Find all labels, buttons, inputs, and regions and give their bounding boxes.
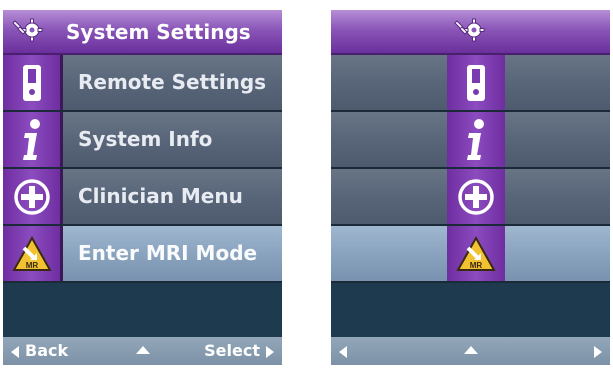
right-device-screen: MR [331,10,610,365]
remote-control-icon [22,64,41,101]
plus-circle-icon [13,178,50,215]
plus-circle-icon [458,178,494,215]
header-bar: System Settings [3,10,282,55]
menu-item-label: Enter MRI Mode [78,241,258,265]
left-device-screen: System Settings Remote Settings System I… [3,10,282,365]
svg-text:MR: MR [470,261,483,270]
right-arrow-icon [594,345,602,358]
menu-item-remote-settings[interactable] [331,55,610,112]
up-arrow-icon[interactable] [135,346,150,354]
menu-item-system-info[interactable] [331,112,610,169]
menu-item-label: System Info [78,127,213,151]
page-title: System Settings [66,20,251,44]
menu-item-clinician-menu[interactable] [331,169,610,226]
select-button[interactable]: Select [204,337,274,365]
left-arrow-icon [11,345,19,358]
left-arrow-icon [339,345,347,358]
info-icon [22,118,40,160]
footer-softkeys: Back Select [3,337,282,365]
menu-item-label: Remote Settings [78,70,267,94]
header-bar [331,10,610,55]
back-button[interactable] [339,337,353,365]
mri-warning-icon: MR [11,235,52,271]
info-icon [467,118,484,160]
settings-gear-wrench-icon [454,18,485,42]
menu-item-enter-mri-mode[interactable]: MR [331,226,610,283]
svg-text:MR: MR [25,261,38,270]
right-arrow-icon [266,345,274,358]
menu-item-remote-settings[interactable]: Remote Settings [3,55,282,112]
back-button[interactable]: Back [11,337,68,365]
up-arrow-icon[interactable] [463,346,478,354]
settings-gear-wrench-icon [12,18,43,42]
select-button[interactable] [588,337,602,365]
menu-item-system-info[interactable]: System Info [3,112,282,169]
menu-item-enter-mri-mode[interactable]: MR Enter MRI Mode [3,226,282,283]
menu-item-label: Clinician Menu [78,184,243,208]
remote-control-icon [467,64,485,101]
mri-warning-icon: MR [456,235,496,271]
menu-item-clinician-menu[interactable]: Clinician Menu [3,169,282,226]
footer-softkeys [331,337,610,365]
